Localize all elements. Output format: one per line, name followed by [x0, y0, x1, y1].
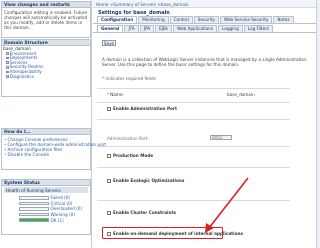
system-status-title: System Status	[2, 180, 90, 186]
name-label: Name:	[110, 92, 124, 97]
expand-icon[interactable]	[6, 66, 9, 69]
exalogic-checkbox[interactable]	[107, 178, 111, 183]
expand-icon[interactable]	[6, 52, 9, 55]
subtab-ejbs[interactable]: EJBs	[155, 25, 173, 32]
production-mode-checkbox[interactable]	[107, 153, 111, 158]
sub-tabs: General JTA JPA EJBs Web Applications Lo…	[93, 25, 320, 33]
domain-structure-box: Domain Structure base_domain Environment…	[1, 39, 91, 97]
health-bar	[19, 218, 49, 222]
cluster-constraints-row: Enable Cluster Constraints	[107, 210, 176, 215]
health-bar	[19, 207, 49, 211]
tab-configuration[interactable]: Configuration	[97, 16, 138, 23]
scrollbar[interactable]	[316, 0, 320, 248]
production-mode-label: Production Mode	[113, 153, 154, 158]
tab-control[interactable]: Control	[169, 16, 193, 23]
divider	[97, 119, 290, 120]
change-center-box: View changes and restarts Configuration …	[1, 1, 91, 38]
breadcrumb[interactable]: Home >Summary of Servers >base_domain	[93, 0, 320, 8]
main-panel: Home >Summary of Servers >base_domain Se…	[93, 0, 320, 248]
page-description: A domain is a collection of WebLogic Ser…	[102, 57, 307, 67]
admin-port-enable-label: Enable Administration Port	[113, 106, 178, 111]
exalogic-label: Enable Exalogic Optimizations	[113, 178, 185, 183]
tab-web-service-security[interactable]: Web Service Security	[219, 16, 273, 23]
health-bar	[19, 212, 49, 217]
tree-item-diagnostics[interactable]: Diagnostics	[2, 74, 90, 80]
divider	[97, 146, 290, 147]
system-status-box: System Status Health of Running Servers …	[1, 179, 91, 235]
highlight-box	[102, 227, 223, 239]
left-panel: View changes and restarts Configuration …	[0, 0, 106, 248]
divider	[97, 167, 290, 168]
required-note: * Indicates required fields	[102, 76, 156, 81]
change-center-text: Configuration editing is enabled. Future…	[4, 9, 88, 30]
admin-port-checkbox[interactable]	[107, 106, 111, 111]
subtab-general[interactable]: General	[97, 25, 124, 32]
health-bar	[19, 201, 49, 206]
production-mode-row: Production Mode	[107, 153, 153, 158]
subtab-logging[interactable]: Logging	[218, 25, 243, 32]
admin-port-row: Administration Port:	[107, 136, 149, 141]
save-button[interactable]: Save	[102, 40, 116, 46]
howto-link-disable-console[interactable]: •Disable the Console	[4, 152, 88, 157]
admin-port-label: Administration Port:	[107, 136, 149, 141]
expand-icon[interactable]	[6, 70, 9, 74]
cluster-constraints-label: Enable Cluster Constraints	[113, 210, 176, 215]
tab-security[interactable]: Security	[193, 16, 219, 23]
how-do-i-box: How do I... •Change Console preferences …	[1, 128, 106, 170]
divider	[97, 200, 290, 201]
admin-port-enable-row: Enable Administration Port	[107, 106, 177, 111]
health-row-ok: OK (1)	[4, 217, 88, 223]
expand-icon[interactable]	[6, 75, 9, 78]
health-subtitle: Health of Running Servers	[4, 187, 88, 193]
subtab-log-filters[interactable]: Log Filters	[243, 25, 274, 32]
page-title: Settings for base_domain	[98, 9, 170, 16]
subtab-jta[interactable]: JTA	[124, 25, 139, 32]
main-tabs: Configuration Monitoring Control Securit…	[93, 16, 320, 24]
admin-port-input[interactable]: 9002	[210, 135, 232, 140]
name-row: * Name:	[107, 92, 124, 97]
tab-monitoring[interactable]: Monitoring	[138, 16, 169, 23]
expand-icon[interactable]	[6, 56, 9, 60]
divider	[97, 102, 290, 103]
divider	[97, 88, 290, 89]
name-value: base_domain	[227, 92, 255, 97]
tab-notes[interactable]: Notes	[273, 16, 294, 23]
subtab-web-applications[interactable]: Web Applications	[173, 25, 218, 32]
health-bar	[19, 196, 49, 200]
cluster-constraints-checkbox[interactable]	[107, 210, 111, 215]
health-bar-fill	[20, 219, 48, 221]
exalogic-row: Enable Exalogic Optimizations	[107, 178, 184, 183]
expand-icon[interactable]	[6, 61, 9, 65]
subtab-jpa[interactable]: JPA	[139, 25, 155, 32]
